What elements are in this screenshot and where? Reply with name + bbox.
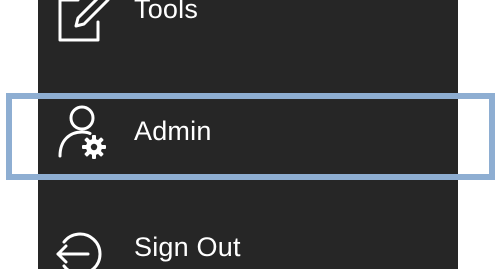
- screenshot-stage: Tools Admin Sign Out: [0, 0, 502, 269]
- edit-document-icon: [58, 0, 110, 42]
- menu-item-sign-out[interactable]: Sign Out: [38, 218, 458, 269]
- side-menu: Tools Admin Sign Out: [38, 0, 458, 269]
- menu-item-label: Sign Out: [134, 232, 241, 262]
- menu-item-admin[interactable]: Admin: [38, 100, 458, 164]
- menu-item-label: Tools: [134, 0, 199, 24]
- menu-item-label: Admin: [134, 116, 212, 146]
- sign-out-icon: [56, 232, 102, 269]
- menu-item-tools[interactable]: Tools: [38, 0, 458, 44]
- user-settings-icon: [58, 105, 106, 159]
